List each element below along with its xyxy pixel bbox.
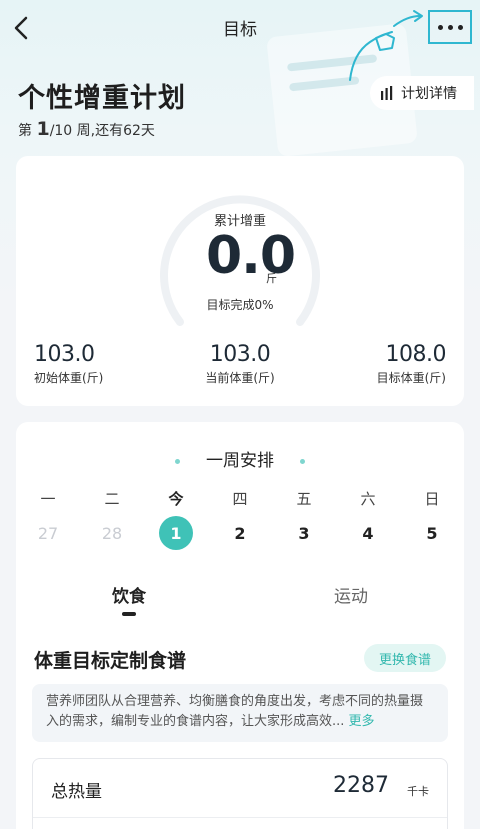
weekday-label: 六 [360,490,376,508]
more-icon [435,24,465,30]
calories-value: 2287 [333,773,389,798]
week-title-row: 一周安排 [16,446,464,471]
plan-detail-button[interactable]: 计划详情 [370,76,474,110]
progress-card: 累计增重 0.0 斤 目标完成0% 103.0 初始体重(斤) 103.0 当前… [16,156,464,406]
calories-unit: 千卡 [407,785,429,798]
week-current: 1 [36,118,50,140]
weekday-label: 五 [296,490,312,508]
date-cell[interactable]: 27 [16,516,80,550]
date-cell[interactable]: 2 [208,516,272,550]
divider [33,817,447,818]
week-title: 一周安排 [206,451,274,471]
weekday-label: 二 [104,490,120,508]
active-tab-indicator [122,612,136,616]
title-dot-right [300,458,305,464]
plan-title: 个性增重计划 [18,83,186,114]
weekday-label: 日 [424,490,440,508]
date-cell[interactable]: 28 [80,516,144,550]
target-weight-label: 目标体重(斤) [376,371,446,385]
weekday-label-today: 今 [168,490,184,508]
date-cell[interactable]: 5 [400,516,464,550]
title-dot-left [175,458,180,464]
date-number: 27 [37,523,59,543]
target-weight-value: 108.0 [385,342,447,367]
date-cell[interactable]: 4 [336,516,400,550]
bar-chart-icon [381,86,393,100]
tab-diet[interactable]: 饮食 [112,582,146,607]
calories-label: 总热量 [51,782,102,802]
plan-detail-label: 计划详情 [401,86,457,102]
date-row: 27 28 1 2 3 4 5 [16,516,464,550]
calories-box: 总热量 2287 千卡 [32,758,448,829]
stat-target-weight: 108.0 目标体重(斤) [376,342,447,386]
tab-sport[interactable]: 运动 [334,582,368,607]
weekday-label: 一 [40,490,56,508]
date-number: 28 [101,523,123,543]
completion-text: 目标完成0% [206,298,274,312]
week-rest: /10 周,还有62天 [49,123,155,139]
date-cell[interactable]: 3 [272,516,336,550]
swap-recipe-button[interactable]: 更换食谱 [364,644,446,672]
cumulative-value: 0.0 [206,226,296,286]
recipe-description: 营养师团队从合理营养、均衡膳食的角度出发，考虑不同的热量摄入的需求，编制专业的食… [32,684,448,742]
date-number: 3 [298,523,310,543]
date-number: 5 [426,523,438,543]
week-card: 一周安排 一 二 今 四 五 六 日 27 28 1 2 3 4 5 饮食 运动… [16,422,464,829]
date-number-selected: 1 [159,516,193,550]
weekday-row: 一 二 今 四 五 六 日 [16,488,464,509]
date-number: 4 [362,523,374,543]
more-button[interactable] [428,10,472,44]
date-number: 2 [234,523,246,543]
week-prefix: 第 [18,123,32,139]
plan-week-progress: 第 1/10 周,还有62天 [18,118,155,140]
date-cell-selected[interactable]: 1 [144,516,208,550]
recipe-title: 体重目标定制食谱 [34,650,187,672]
cumulative-unit: 斤 [266,272,277,285]
more-link[interactable]: 更多 [349,714,375,729]
weekday-label: 四 [232,490,248,508]
